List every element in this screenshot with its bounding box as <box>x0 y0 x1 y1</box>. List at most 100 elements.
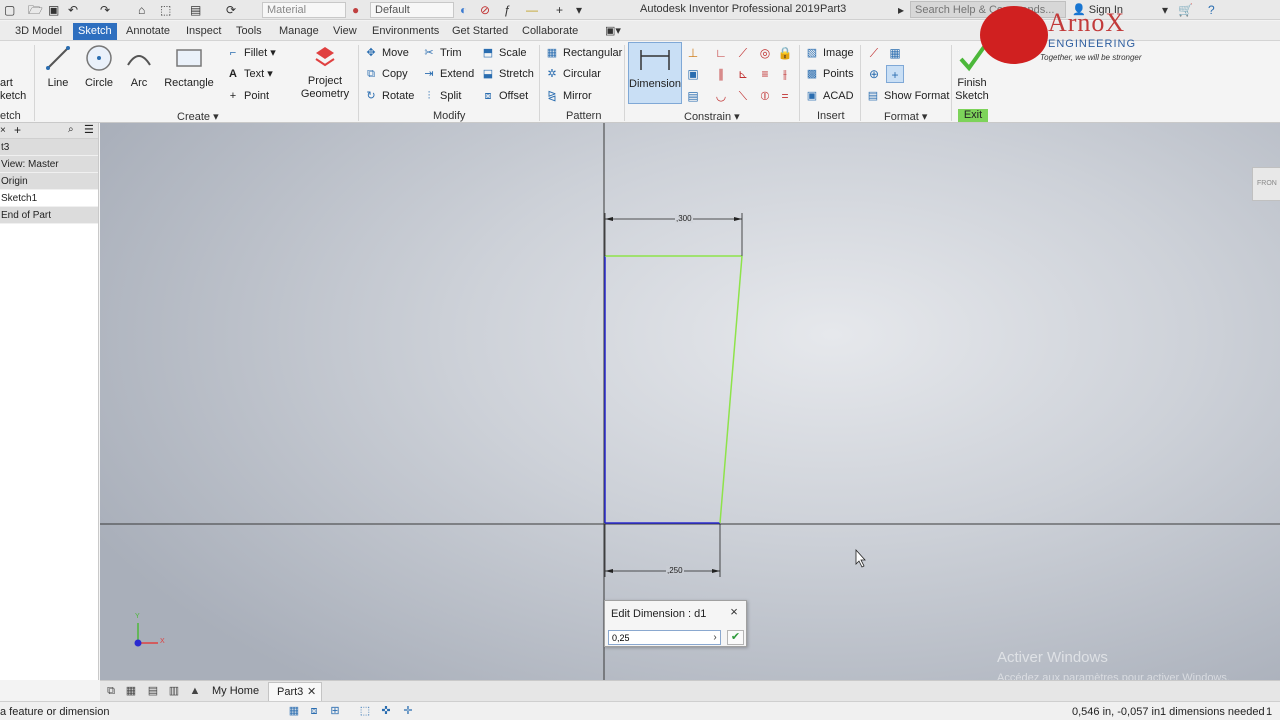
redo-icon[interactable]: ↷ <box>100 2 110 18</box>
constraint-settings-icon[interactable]: ▤ <box>684 87 702 105</box>
mirror-button[interactable]: ⧎ Mirror <box>545 87 591 105</box>
vertical-icon[interactable]: ⫲ <box>776 65 794 83</box>
tab-my-home[interactable]: My Home <box>207 683 264 700</box>
sketch-slanted-line[interactable] <box>719 255 743 524</box>
driven-dimension-icon[interactable]: + <box>886 65 904 83</box>
centerline-icon[interactable]: ▦ <box>886 44 904 62</box>
close-icon[interactable]: × <box>0 125 6 136</box>
close-icon[interactable]: × <box>727 605 741 619</box>
snap-icon[interactable]: ⧈ <box>306 704 322 718</box>
auto-dimension-icon[interactable]: ⊥ <box>684 44 702 62</box>
line-icon[interactable]: — <box>526 2 538 18</box>
rectangle-button[interactable]: Rectangle <box>163 43 215 90</box>
inference-icon[interactable]: ⬚ <box>357 704 373 718</box>
tab-inspect[interactable]: Inspect <box>181 23 226 40</box>
collinear-icon[interactable]: ⟋ <box>734 44 752 62</box>
rotate-button[interactable]: ↻ Rotate <box>364 87 414 105</box>
scale-button[interactable]: ⬒ Scale <box>481 44 527 62</box>
coincident-icon[interactable]: ∟ <box>712 44 730 62</box>
home-icon[interactable]: ⌂ <box>138 2 145 18</box>
stretch-button[interactable]: ⬓ Stretch <box>481 65 534 83</box>
insert-points-button[interactable]: ▩ Points <box>805 65 854 83</box>
update-icon[interactable]: ⟳ <box>226 2 236 18</box>
tab-collaborate[interactable]: Collaborate <box>517 23 583 40</box>
bottom-dimension-value[interactable]: ,250 <box>666 566 684 575</box>
extend-button[interactable]: ⇥ Extend <box>422 65 474 83</box>
tab-view[interactable]: View <box>328 23 362 40</box>
rectangular-pattern-button[interactable]: ▦ Rectangular <box>545 44 623 62</box>
function-icon[interactable]: ƒ <box>504 2 511 18</box>
properties-icon[interactable]: ▤ <box>190 2 201 18</box>
constraint-infer-icon[interactable]: ✜ <box>378 704 394 718</box>
start-sketch-button[interactable]: art ketch <box>0 77 26 103</box>
select-icon[interactable]: ⬚ <box>160 2 171 18</box>
tab-sketch[interactable]: Sketch <box>73 23 117 40</box>
new-icon[interactable]: ▢ <box>4 2 15 18</box>
symmetric-icon[interactable]: ⦶ <box>756 87 774 105</box>
concentric-icon[interactable]: ◎ <box>756 44 774 62</box>
project-geometry-button[interactable]: Project Geometry <box>300 43 350 101</box>
expand-icon[interactable]: ▸ <box>898 2 904 18</box>
search-icon[interactable]: ⌕ <box>68 124 74 135</box>
fillet-button[interactable]: ⌐ Fillet ▾ <box>226 44 276 62</box>
circular-pattern-button[interactable]: ✲ Circular <box>545 65 601 83</box>
tab-manage[interactable]: Manage <box>274 23 324 40</box>
relax-icon[interactable]: ✛ <box>400 704 416 718</box>
browser-item-end-of-part[interactable]: End of Part <box>0 207 98 224</box>
open-icon[interactable]: 🗁 <box>28 2 43 18</box>
browser-item-view[interactable]: View: Master <box>0 156 98 173</box>
appearance-dropdown[interactable]: Default <box>370 2 454 18</box>
horizontal-split-icon[interactable]: ▤ <box>145 684 161 698</box>
adjust-icon[interactable]: ◐ <box>460 2 467 18</box>
show-format-button[interactable]: ▤ Show Format <box>866 87 950 105</box>
offset-button[interactable]: ⧈ Offset <box>481 87 529 105</box>
line-button[interactable]: Line <box>42 43 74 90</box>
cart-icon[interactable]: 🛒 <box>1178 2 1193 18</box>
material-dropdown[interactable]: Material <box>262 2 346 18</box>
insert-acad-button[interactable]: ▣ ACAD <box>805 87 854 105</box>
graphics-viewport[interactable]: ,300 ,250 Y X FRON Edit Dimension : d1 ×… <box>100 123 1280 680</box>
cascade-icon[interactable]: ▦ <box>123 684 139 698</box>
top-dimension-value[interactable]: ,300 <box>675 214 693 223</box>
insert-image-button[interactable]: ▧ Image <box>805 44 854 62</box>
triangle-up-icon[interactable]: ▲ <box>187 684 203 698</box>
tab-tools[interactable]: Tools <box>231 23 267 40</box>
perpendicular-icon[interactable]: ⊾ <box>734 65 752 83</box>
save-icon[interactable]: ▣ <box>48 2 59 18</box>
browser-item-origin[interactable]: Origin <box>0 173 98 190</box>
dimension-value-input[interactable] <box>608 630 721 645</box>
dimension-button[interactable]: Dimension <box>628 42 682 104</box>
construction-icon[interactable]: ⟋ <box>865 44 883 62</box>
parallel-icon[interactable]: ∥ <box>712 65 730 83</box>
tab-annotate[interactable]: Annotate <box>121 23 175 40</box>
split-button[interactable]: ⫶ Split <box>422 87 462 105</box>
fix-icon[interactable]: 🔒 <box>776 44 794 62</box>
smooth-icon[interactable]: ⟍ <box>734 87 752 105</box>
constrain-group-label[interactable]: Constrain ▾ <box>684 110 740 123</box>
tangent-icon[interactable]: ◡ <box>712 87 730 105</box>
close-icon[interactable]: ✕ <box>307 683 316 701</box>
browser-item-part[interactable]: t3 <box>0 139 98 156</box>
show-constraints-icon[interactable]: ▣ <box>684 65 702 83</box>
equal-icon[interactable]: = <box>776 87 794 105</box>
center-point-icon[interactable]: ⊕ <box>865 65 883 83</box>
dof-icon[interactable]: ⊞ <box>327 704 343 718</box>
text-button[interactable]: A Text ▾ <box>226 65 273 83</box>
tab-part3[interactable]: Part3 ✕ <box>268 682 322 701</box>
chevron-down-icon[interactable]: ▾ <box>1162 2 1168 18</box>
tile-icon[interactable]: ⧉ <box>103 684 119 698</box>
help-icon[interactable]: ? <box>1208 2 1215 18</box>
viewcube[interactable]: FRON <box>1252 167 1280 201</box>
tab-3d-model[interactable]: 3D Model <box>10 23 67 40</box>
copy-button[interactable]: ⧉ Copy <box>364 65 408 83</box>
grid-icon[interactable]: ▦ <box>286 704 302 718</box>
customize-icon[interactable]: ▾ <box>576 2 582 18</box>
tab-environments[interactable]: Environments <box>367 23 444 40</box>
create-group-label[interactable]: Create ▾ <box>177 110 219 123</box>
accept-checkmark-icon[interactable]: ✔ <box>727 630 744 645</box>
trim-button[interactable]: ✂ Trim <box>422 44 461 62</box>
clear-icon[interactable]: ⊘ <box>480 2 490 18</box>
format-group-label[interactable]: Format ▾ <box>884 110 927 123</box>
plus-icon[interactable]: + <box>556 2 563 18</box>
point-button[interactable]: + Point <box>226 87 269 105</box>
